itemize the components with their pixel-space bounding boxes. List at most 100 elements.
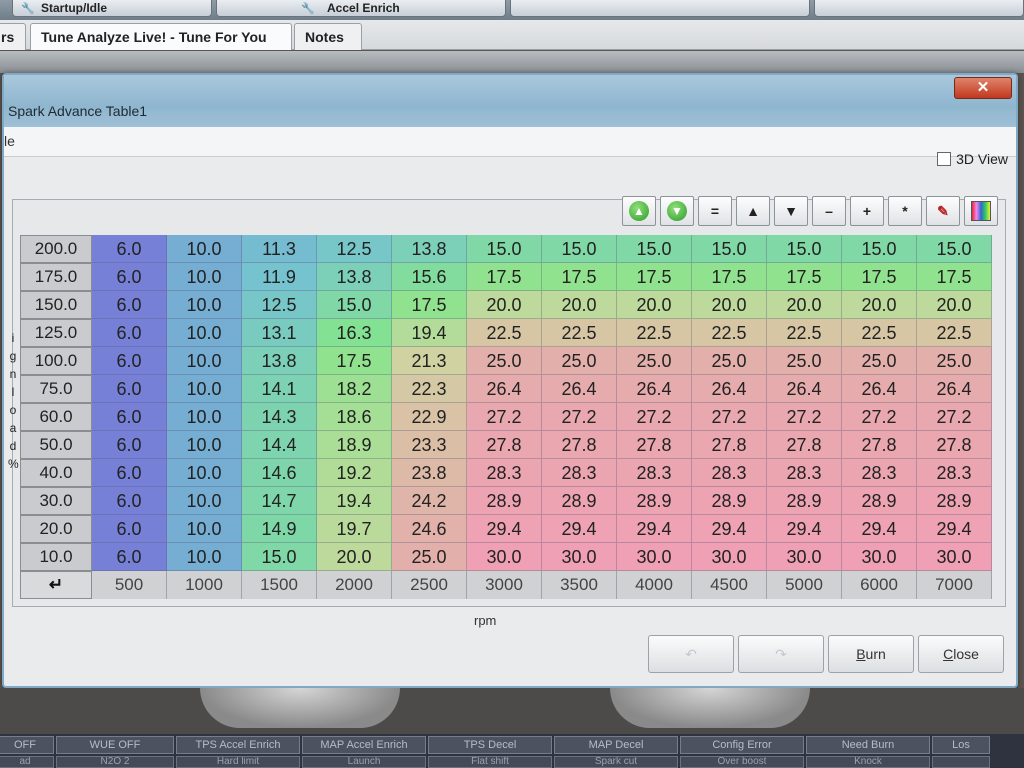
table-cell[interactable]: 10.0 <box>167 403 242 431</box>
table-cell[interactable]: 20.0 <box>467 291 542 319</box>
y-axis-label[interactable]: 100.0 <box>20 347 92 375</box>
table-cell[interactable]: 28.3 <box>617 459 692 487</box>
table-cell[interactable]: 24.6 <box>392 515 467 543</box>
table-cell[interactable]: 22.5 <box>467 319 542 347</box>
table-cell[interactable]: 26.4 <box>767 375 842 403</box>
table-cell[interactable]: 13.8 <box>392 235 467 263</box>
table-cell[interactable]: 28.3 <box>692 459 767 487</box>
table-cell[interactable]: 22.5 <box>692 319 767 347</box>
table-cell[interactable]: 16.3 <box>317 319 392 347</box>
table-cell[interactable]: 6.0 <box>92 459 167 487</box>
pen-button[interactable]: ✎ <box>926 196 960 226</box>
view-3d-toggle[interactable]: 3D View <box>937 151 1008 167</box>
table-cell[interactable]: 20.0 <box>767 291 842 319</box>
table-cell[interactable]: 22.5 <box>617 319 692 347</box>
dialog-titlebar[interactable]: Spark Advance Table1 ✕ <box>4 75 1016 127</box>
table-cell[interactable]: 26.4 <box>617 375 692 403</box>
table-cell[interactable]: 6.0 <box>92 347 167 375</box>
table-cell[interactable]: 30.0 <box>542 543 617 571</box>
y-axis-label[interactable]: 50.0 <box>20 431 92 459</box>
x-axis-label[interactable]: 3000 <box>467 571 542 599</box>
table-cell[interactable]: 15.0 <box>617 235 692 263</box>
y-axis-label[interactable]: 75.0 <box>20 375 92 403</box>
startup-idle-button[interactable]: 🔧 Startup/Idle <box>12 0 212 17</box>
table-cell[interactable]: 10.0 <box>167 515 242 543</box>
table-cell[interactable]: 26.4 <box>692 375 767 403</box>
table-cell[interactable]: 12.5 <box>317 235 392 263</box>
table-cell[interactable]: 29.4 <box>767 515 842 543</box>
table-cell[interactable]: 10.0 <box>167 347 242 375</box>
table-cell[interactable]: 27.2 <box>767 403 842 431</box>
table-cell[interactable]: 10.0 <box>167 235 242 263</box>
table-cell[interactable]: 21.3 <box>392 347 467 375</box>
table-cell[interactable]: 25.0 <box>467 347 542 375</box>
table-cell[interactable]: 29.4 <box>542 515 617 543</box>
table-cell[interactable]: 27.8 <box>467 431 542 459</box>
table-cell[interactable]: 28.3 <box>467 459 542 487</box>
table-cell[interactable]: 17.5 <box>842 263 917 291</box>
table-cell[interactable]: 17.5 <box>617 263 692 291</box>
table-cell[interactable]: 25.0 <box>542 347 617 375</box>
table-cell[interactable]: 6.0 <box>92 263 167 291</box>
table-cell[interactable]: 17.5 <box>917 263 992 291</box>
multiply-button[interactable]: * <box>888 196 922 226</box>
table-cell[interactable]: 10.0 <box>167 487 242 515</box>
table-cell[interactable]: 27.2 <box>692 403 767 431</box>
view-3d-checkbox[interactable] <box>937 152 952 166</box>
table-cell[interactable]: 14.6 <box>242 459 317 487</box>
table-cell[interactable]: 28.9 <box>692 487 767 515</box>
table-cell[interactable]: 27.2 <box>842 403 917 431</box>
table-cell[interactable]: 25.0 <box>917 347 992 375</box>
x-axis-label[interactable]: 4000 <box>617 571 692 599</box>
table-cell[interactable]: 13.8 <box>242 347 317 375</box>
table-cell[interactable]: 29.4 <box>917 515 992 543</box>
table-cell[interactable]: 30.0 <box>767 543 842 571</box>
y-axis-label[interactable]: 125.0 <box>20 319 92 347</box>
table-cell[interactable]: 15.0 <box>467 235 542 263</box>
add-button[interactable]: + <box>850 196 884 226</box>
table-cell[interactable]: 27.8 <box>542 431 617 459</box>
table-cell[interactable]: 30.0 <box>917 543 992 571</box>
x-axis-label[interactable]: 1000 <box>167 571 242 599</box>
table-cell[interactable]: 14.7 <box>242 487 317 515</box>
x-axis-label[interactable]: 500 <box>92 571 167 599</box>
y-axis-label[interactable]: 150.0 <box>20 291 92 319</box>
table-cell[interactable]: 18.9 <box>317 431 392 459</box>
table-cell[interactable]: 12.5 <box>242 291 317 319</box>
table-cell[interactable]: 30.0 <box>842 543 917 571</box>
table-cell[interactable]: 30.0 <box>692 543 767 571</box>
table-cell[interactable]: 25.0 <box>692 347 767 375</box>
y-axis-label[interactable]: 40.0 <box>20 459 92 487</box>
table-cell[interactable]: 17.5 <box>767 263 842 291</box>
table-cell[interactable]: 13.8 <box>317 263 392 291</box>
table-cell[interactable]: 20.0 <box>842 291 917 319</box>
menu-item-file[interactable]: le <box>4 133 15 149</box>
table-cell[interactable]: 22.3 <box>392 375 467 403</box>
table-cell[interactable]: 25.0 <box>392 543 467 571</box>
color-button[interactable] <box>964 196 998 226</box>
table-cell[interactable]: 28.3 <box>917 459 992 487</box>
table-cell[interactable]: 27.2 <box>542 403 617 431</box>
x-axis-label[interactable]: 2000 <box>317 571 392 599</box>
decrement-button[interactable]: ▼ <box>774 196 808 226</box>
table-cell[interactable]: 28.9 <box>542 487 617 515</box>
table-cell[interactable]: 14.9 <box>242 515 317 543</box>
increment-button[interactable]: ▲ <box>736 196 770 226</box>
table-cell[interactable]: 10.0 <box>167 319 242 347</box>
table-cell[interactable]: 10.0 <box>167 263 242 291</box>
table-cell[interactable]: 6.0 <box>92 291 167 319</box>
table-cell[interactable]: 11.3 <box>242 235 317 263</box>
x-axis-label[interactable]: 4500 <box>692 571 767 599</box>
table-cell[interactable]: 15.0 <box>242 543 317 571</box>
table-cell[interactable]: 29.4 <box>692 515 767 543</box>
x-axis-label[interactable]: 1500 <box>242 571 317 599</box>
window-close-button[interactable]: ✕ <box>954 77 1012 99</box>
table-cell[interactable]: 22.9 <box>392 403 467 431</box>
table-cell[interactable]: 29.4 <box>617 515 692 543</box>
table-cell[interactable]: 17.5 <box>467 263 542 291</box>
redo-button[interactable]: ↷ <box>738 635 824 673</box>
table-cell[interactable]: 15.0 <box>842 235 917 263</box>
x-axis-label[interactable]: 5000 <box>767 571 842 599</box>
burn-button[interactable]: Burn <box>828 635 914 673</box>
table-cell[interactable]: 6.0 <box>92 375 167 403</box>
